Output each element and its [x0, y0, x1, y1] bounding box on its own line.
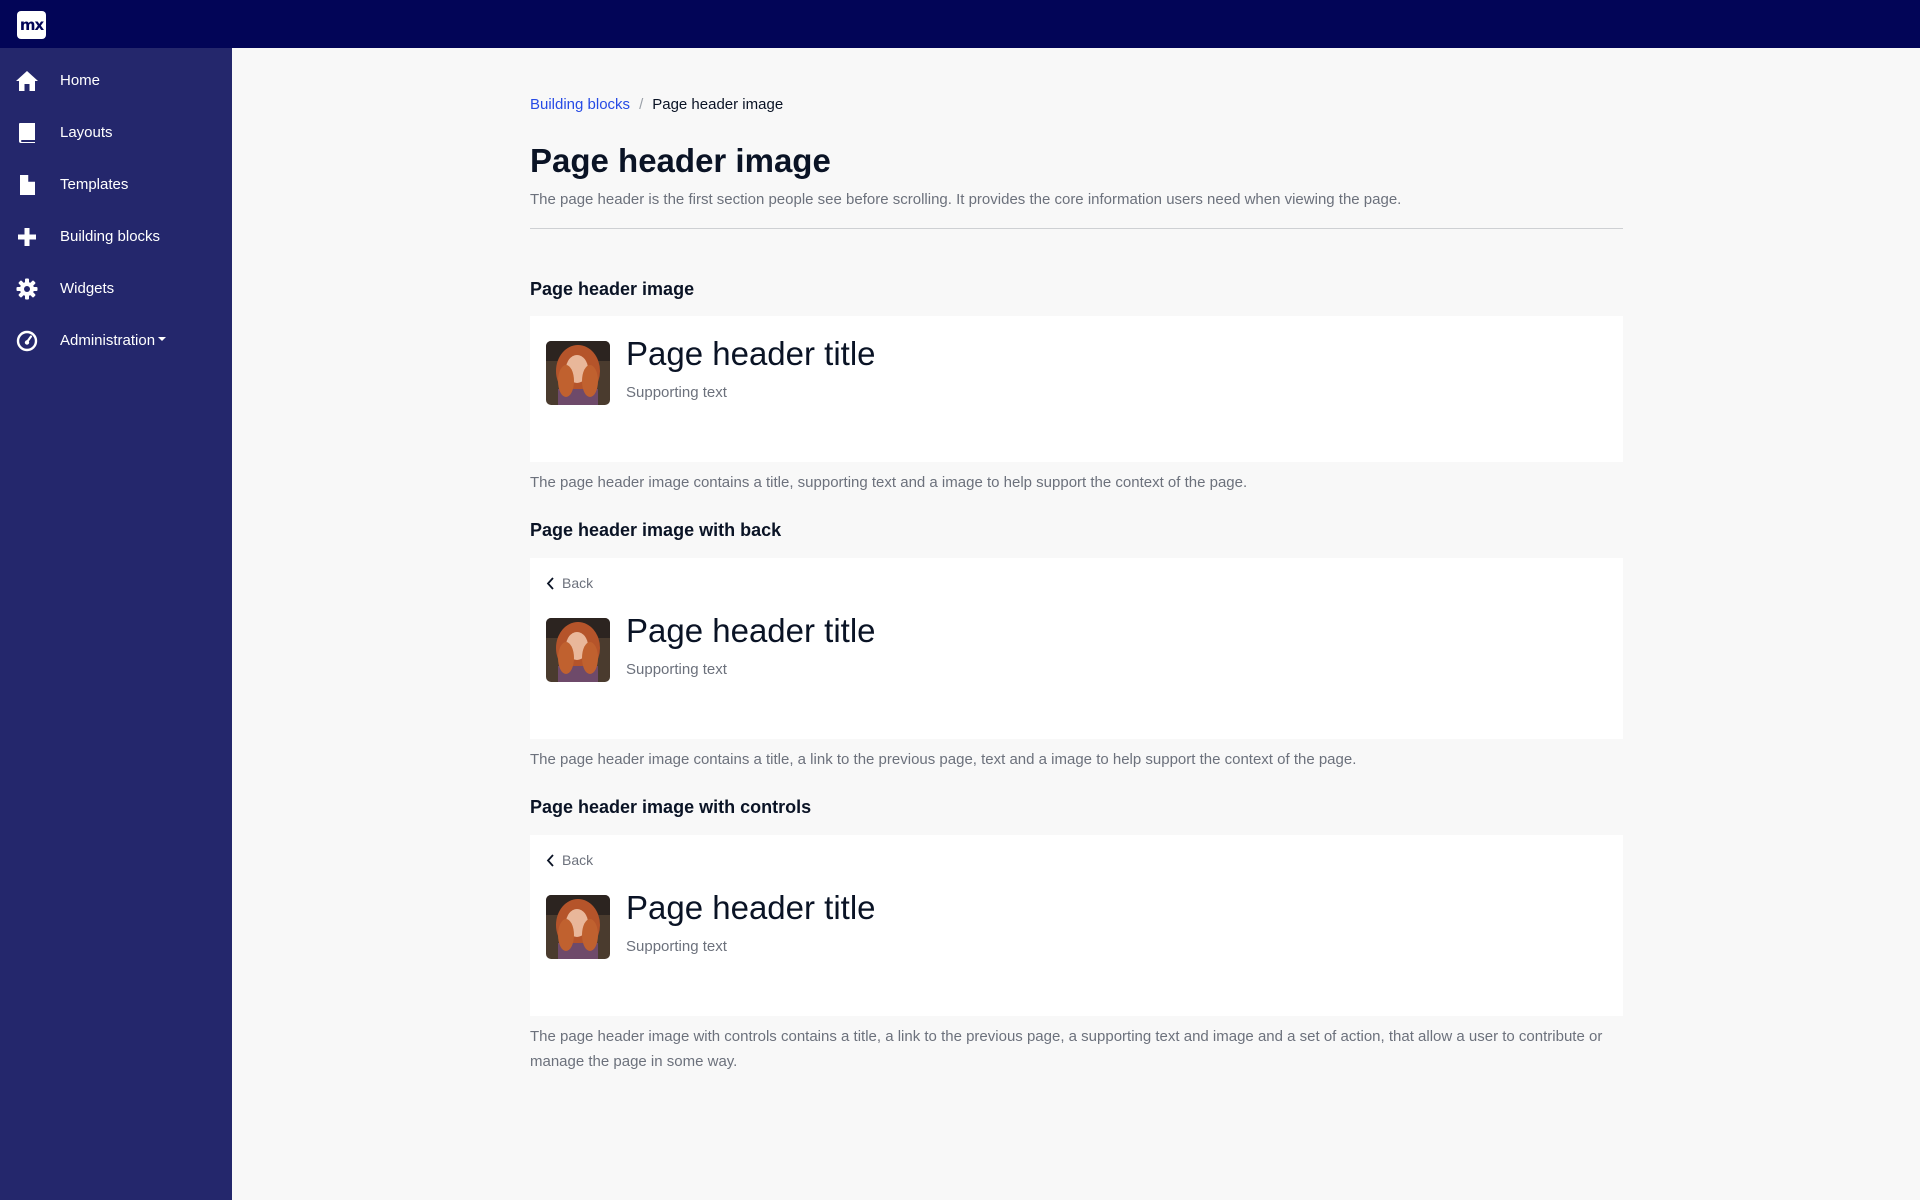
back-link[interactable]: Back [546, 575, 593, 592]
header-image [546, 895, 610, 959]
sidebar-item-home[interactable]: Home [0, 55, 232, 107]
page-title: Page header image [530, 142, 831, 179]
card-title: Page header title [626, 612, 876, 649]
dashboard-icon [14, 328, 40, 354]
card-supporting-text: Supporting text [626, 938, 727, 955]
header-image [546, 618, 610, 682]
sidebar-item-label: Administration [60, 332, 167, 350]
caret-down-icon [158, 337, 167, 342]
section-caption: The page header image with controls cont… [530, 1028, 1603, 1070]
back-label: Back [562, 575, 594, 591]
chevron-left-icon [546, 577, 554, 590]
page-description: The page header is the first section peo… [530, 191, 1402, 208]
page-header-card-with-controls: Back Page header title Supporting text [530, 835, 1623, 1016]
card-supporting-text: Supporting text [626, 661, 727, 678]
card-supporting-text: Supporting text [626, 384, 727, 401]
page-header-card-with-back: Back Page header title Supporting text [530, 558, 1623, 739]
breadcrumb: Building blocks / Page header image [530, 96, 783, 114]
sidebar: Home Layouts Templates Building blocks W… [0, 48, 232, 1200]
section-title: Page header image with controls [530, 797, 812, 817]
sidebar-item-building-blocks[interactable]: Building blocks [0, 211, 232, 263]
card-title: Page header title [626, 335, 876, 372]
sidebar-item-label: Home [60, 72, 101, 89]
sidebar-item-label: Building blocks [60, 228, 161, 245]
header-image [546, 341, 610, 405]
sidebar-item-administration[interactable]: Administration [0, 315, 232, 367]
sidebar-item-label: Widgets [60, 280, 115, 297]
page-header-card: Page header title Supporting text [530, 316, 1623, 462]
back-link[interactable]: Back [546, 852, 593, 869]
section-caption: The page header image contains a title, … [530, 751, 1357, 768]
chevron-left-icon [546, 854, 554, 867]
file-icon [14, 172, 40, 198]
mendix-logo[interactable]: mx [17, 11, 46, 39]
plus-icon [14, 224, 40, 250]
gear-icon [14, 276, 40, 302]
book-icon [14, 120, 40, 146]
breadcrumb-separator: / [639, 96, 644, 113]
sidebar-item-widgets[interactable]: Widgets [0, 263, 232, 315]
home-icon [14, 68, 40, 94]
card-title: Page header title [626, 889, 876, 926]
back-label: Back [562, 852, 594, 868]
sidebar-item-label: Layouts [60, 124, 113, 141]
sidebar-item-label: Templates [60, 176, 129, 193]
breadcrumb-current: Page header image [652, 96, 784, 113]
section-caption: The page header image contains a title, … [530, 474, 1248, 491]
breadcrumb-link-building-blocks[interactable]: Building blocks [530, 96, 630, 113]
section-title: Page header image with back [530, 520, 782, 540]
sidebar-item-templates[interactable]: Templates [0, 159, 232, 211]
top-bar: mx [0, 0, 1920, 48]
divider [530, 228, 1623, 229]
sidebar-item-layouts[interactable]: Layouts [0, 107, 232, 159]
section-title: Page header image [530, 279, 695, 299]
